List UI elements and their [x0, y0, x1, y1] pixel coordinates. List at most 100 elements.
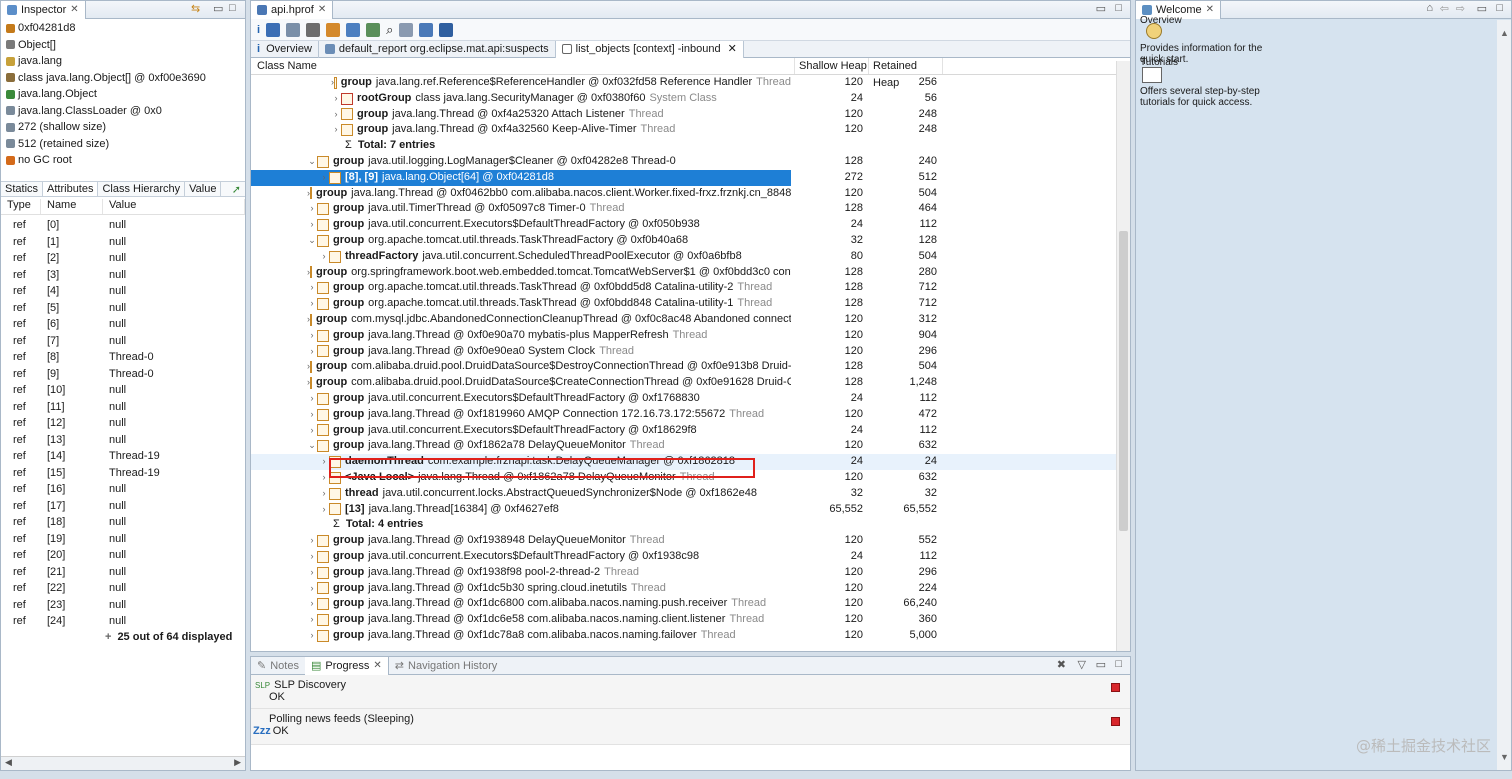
- attribute-row[interactable]: ref [18] null: [1, 514, 245, 531]
- maximize-icon[interactable]: □: [1115, 658, 1122, 670]
- thread-overview-icon[interactable]: [326, 22, 341, 37]
- table-row[interactable]: › group java.lang.ref.Reference$ReferenceH…: [251, 75, 1130, 91]
- overview-link[interactable]: Overview: [1140, 15, 1182, 26]
- export-icon[interactable]: [419, 22, 434, 37]
- table-row[interactable]: › thread java.util.concurrent.locks.Abstra…: [251, 486, 1130, 502]
- table-row[interactable]: › group java.lang.Thread @ 0xf4a25320 Atta…: [251, 107, 1130, 123]
- table-row[interactable]: › rootGroup class java.lang.SecurityManage…: [251, 91, 1130, 107]
- expand-icon[interactable]: ›: [319, 470, 329, 486]
- attribute-row[interactable]: ref [19] null: [1, 531, 245, 548]
- table-row[interactable]: › [13] java.lang.Thread[16384] @ 0xf4627ef…: [251, 502, 1130, 518]
- expand-icon[interactable]: ›: [331, 122, 341, 138]
- attribute-row[interactable]: ref [6] null: [1, 316, 245, 333]
- expand-icon[interactable]: ›: [307, 612, 317, 628]
- scrollbar-thumb[interactable]: [1119, 231, 1128, 531]
- attribute-row[interactable]: ref [24] null: [1, 613, 245, 630]
- table-row[interactable]: › group com.alibaba.druid.pool.DruidDataSo…: [251, 359, 1130, 375]
- oql-icon[interactable]: [306, 22, 321, 37]
- collapse-icon[interactable]: ⌄: [307, 438, 317, 454]
- table-row[interactable]: Σ Total: 7 entries: [251, 138, 1130, 154]
- search-icon[interactable]: ⌕: [386, 22, 393, 38]
- maximize-icon[interactable]: □: [1496, 2, 1503, 14]
- expand-icon[interactable]: ›: [331, 107, 341, 123]
- attribute-row[interactable]: ref [23] null: [1, 597, 245, 614]
- expand-icon[interactable]: ›: [331, 91, 341, 107]
- attribute-row[interactable]: ref [4] null: [1, 283, 245, 300]
- tab-notes[interactable]: ✎ Notes: [251, 657, 305, 675]
- tab-progress[interactable]: ▤ Progress ✕: [304, 657, 389, 675]
- table-row[interactable]: ⌄ group org.apache.tomcat.util.threads.Tas…: [251, 233, 1130, 249]
- maximize-icon[interactable]: □: [229, 2, 236, 14]
- scroll-up-icon[interactable]: ▲: [1500, 28, 1509, 38]
- collapse-icon[interactable]: ⌄: [307, 154, 317, 170]
- expand-icon[interactable]: ›: [319, 502, 329, 518]
- attribute-row[interactable]: ref [5] null: [1, 300, 245, 317]
- tab-statics[interactable]: Statics: [1, 182, 44, 196]
- attribute-row[interactable]: ref [0] null: [1, 217, 245, 234]
- expand-icon[interactable]: ›: [307, 217, 317, 233]
- view-menu-icon[interactable]: ▽: [1078, 658, 1086, 671]
- calculate-icon[interactable]: [439, 22, 454, 37]
- stop-icon[interactable]: [1111, 717, 1120, 726]
- expand-icon[interactable]: ›: [307, 328, 317, 344]
- attribute-row[interactable]: ref [11] null: [1, 399, 245, 416]
- table-row[interactable]: › threadFactory java.util.concurrent.Sched…: [251, 249, 1130, 265]
- attribute-row[interactable]: ref [7] null: [1, 333, 245, 350]
- col-type[interactable]: Type: [1, 199, 41, 214]
- expand-icon[interactable]: ›: [319, 486, 329, 502]
- table-row[interactable]: › group com.alibaba.druid.pool.DruidDataSo…: [251, 375, 1130, 391]
- tab-navigation-history[interactable]: ⇄ Navigation History: [389, 657, 503, 675]
- expand-icon[interactable]: ›: [307, 201, 317, 217]
- attribute-row[interactable]: ref [16] null: [1, 481, 245, 498]
- run-report-icon[interactable]: [346, 22, 361, 37]
- close-icon[interactable]: ✕: [728, 43, 737, 55]
- expand-icon[interactable]: ›: [307, 628, 317, 644]
- vertical-scrollbar[interactable]: [1116, 61, 1130, 651]
- attribute-row[interactable]: ref [17] null: [1, 498, 245, 515]
- expand-icon[interactable]: ›: [307, 280, 317, 296]
- histogram-icon[interactable]: [266, 22, 281, 37]
- table-row[interactable]: › group java.util.TimerThread @ 0xf05097c8…: [251, 201, 1130, 217]
- col-name[interactable]: Name: [41, 199, 103, 214]
- scroll-right-icon[interactable]: ▶: [234, 757, 241, 768]
- sync-icon[interactable]: ⇆: [191, 2, 200, 15]
- expand-icon[interactable]: ›: [319, 170, 329, 186]
- table-row[interactable]: › group com.mysql.jdbc.AbandonedConnection…: [251, 312, 1130, 328]
- table-row[interactable]: › group java.lang.Thread @ 0xf1938f98 pool…: [251, 565, 1130, 581]
- expand-icon[interactable]: ›: [307, 581, 317, 597]
- attribute-row[interactable]: ref [8] Thread-0: [1, 349, 245, 366]
- table-row[interactable]: › group java.lang.Thread @ 0xf1dc6800 com.…: [251, 596, 1130, 612]
- info-icon[interactable]: i: [257, 24, 260, 36]
- attribute-row[interactable]: ref [15] Thread-19: [1, 465, 245, 482]
- expand-icon[interactable]: ›: [307, 596, 317, 612]
- table-row[interactable]: ⌄ group java.util.logging.LogManager$Clean…: [251, 154, 1130, 170]
- attribute-row[interactable]: ref [2] null: [1, 250, 245, 267]
- table-row[interactable]: › group org.apache.tomcat.util.threads.Tas…: [251, 280, 1130, 296]
- attribute-row[interactable]: ref [1] null: [1, 234, 245, 251]
- forward-icon[interactable]: ⇨: [1456, 2, 1465, 15]
- minimize-icon[interactable]: ▭: [1477, 2, 1487, 15]
- close-icon[interactable]: ✕: [70, 4, 78, 15]
- col-class-name[interactable]: Class Name: [251, 58, 795, 74]
- stop-icon[interactable]: [1111, 683, 1120, 692]
- attribute-row[interactable]: ref [3] null: [1, 267, 245, 284]
- welcome-scrollbar[interactable]: ▲ ▼: [1497, 20, 1511, 770]
- minimize-icon[interactable]: ▭: [1096, 658, 1106, 671]
- table-row[interactable]: › group java.lang.Thread @ 0xf1dc6e58 com.…: [251, 612, 1130, 628]
- table-row[interactable]: › group java.util.concurrent.Executors$Def…: [251, 423, 1130, 439]
- expand-icon[interactable]: ›: [307, 565, 317, 581]
- table-row[interactable]: › group java.util.concurrent.Executors$Def…: [251, 549, 1130, 565]
- minimize-icon[interactable]: ▭: [213, 2, 223, 15]
- maximize-icon[interactable]: □: [1115, 2, 1122, 14]
- attribute-row[interactable]: ref [13] null: [1, 432, 245, 449]
- close-icon[interactable]: ✕: [373, 660, 381, 671]
- table-row[interactable]: › group java.lang.Thread @ 0xf1938948 Dela…: [251, 533, 1130, 549]
- attribute-row[interactable]: ref [14] Thread-19: [1, 448, 245, 465]
- back-icon[interactable]: ⇦: [1440, 2, 1449, 15]
- attribute-row[interactable]: ref [20] null: [1, 547, 245, 564]
- close-icon[interactable]: ✕: [1206, 4, 1214, 15]
- table-row[interactable]: › group java.lang.Thread @ 0xf1819960 AMQP…: [251, 407, 1130, 423]
- table-row[interactable]: › daemonThread com.example.frznapi.task.De…: [251, 454, 1130, 470]
- table-row[interactable]: › group org.apache.tomcat.util.threads.Tas…: [251, 296, 1130, 312]
- collapse-icon[interactable]: ⌄: [307, 233, 317, 249]
